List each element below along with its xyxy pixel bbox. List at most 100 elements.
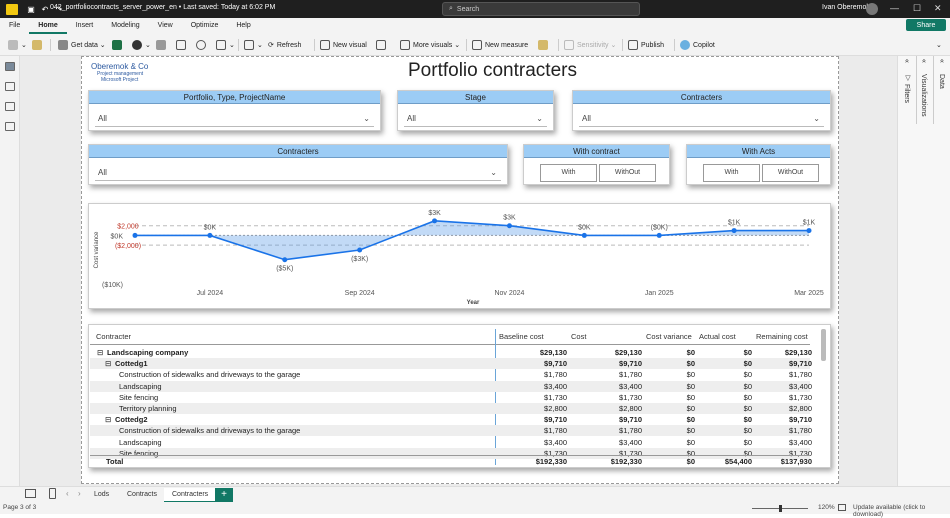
mobile-layout-icon[interactable] [49,488,56,499]
report-view-icon[interactable] [5,62,15,71]
share-button[interactable]: Share [906,19,946,31]
slicer-contracters-top: Contracters All ⌄ [572,90,831,131]
menu-view[interactable]: View [149,18,182,34]
more-visuals-icon [400,40,410,50]
data-point [357,247,363,253]
recent-sources-button[interactable]: ⌄ [216,39,235,51]
minimize-icon[interactable]: — [890,3,899,13]
table-row[interactable]: ⊟ Cottedg1 $9,710 $9,710 $0 $0 $9,710 [90,358,812,370]
tab-lods[interactable]: Lods [86,488,117,503]
dax-query-view-icon[interactable] [5,122,15,131]
more-visuals-button[interactable]: More visuals ⌄ [400,39,460,51]
menu-home[interactable]: Home [29,18,67,34]
save-icon[interactable]: ▣ [24,3,38,15]
x-tick-label: Jul 2024 [197,290,224,297]
tab-contracters[interactable]: Contracters [164,488,217,503]
copilot-button[interactable]: Copilot [680,39,715,51]
format-painter-button[interactable] [32,39,45,51]
title-bar: ▣ ↶ ↷ 042_portfoliocontracts_server_powe… [0,0,950,18]
dataverse-button[interactable] [196,39,209,51]
row-value: $0 [686,415,695,425]
excel-button[interactable] [112,39,125,51]
enter-data-button[interactable] [176,39,189,51]
maximize-icon[interactable]: ☐ [913,3,921,14]
collapse-visualizations-icon[interactable]: « [920,59,927,63]
data-label: $0K [578,224,591,231]
collapse-icon[interactable]: ⊟ [97,348,103,357]
row-value: $0 [743,415,752,425]
with-contract-with-button[interactable]: With [540,164,597,182]
table-row[interactable]: Territory planning $2,800 $2,800 $0 $0 $2,800 [90,403,812,414]
status-bar: Page 3 of 3 120% Update available (click… [0,502,950,518]
data-pane-tab[interactable]: Data [938,74,945,89]
new-measure-button[interactable]: New measure [472,39,528,51]
cost-variance-chart[interactable]: $2,000 ($2,000) $0K ($10K) Cost variance $0K (… [88,203,831,309]
fit-to-page-icon[interactable] [838,504,846,511]
filters-pane-tab[interactable]: Filters [903,84,910,103]
table-scrollbar[interactable] [821,329,826,361]
menu-modeling[interactable]: Modeling [102,18,148,34]
menu-file[interactable]: File [0,18,29,34]
sql-button[interactable] [156,39,169,51]
table-row[interactable]: Site fencing $1,730 $1,730 $0 $0 $1,730 [90,392,812,403]
quick-measure-icon [538,40,548,50]
next-page-icon[interactable]: › [78,489,81,498]
column-header-cost-variance[interactable]: Cost variance [646,332,692,341]
stage-dropdown[interactable]: All ⌄ [404,111,547,127]
row-value: $1,780 [544,426,567,436]
data-hub-button[interactable]: ⌄ [132,39,151,51]
collapse-ribbon-button[interactable]: ⌄ [936,39,942,51]
with-acts-without-button[interactable]: WithOut [762,164,819,182]
row-value: $3,400 [544,381,567,391]
with-acts-with-button[interactable]: With [703,164,760,182]
column-header-remaining-cost[interactable]: Remaining cost [756,332,808,341]
menu-optimize[interactable]: Optimize [182,18,228,34]
transform-button[interactable]: ⌄ [244,39,263,51]
collapse-filters-icon[interactable]: « [903,59,910,63]
column-header-baseline-cost[interactable]: Baseline cost [499,332,544,341]
row-label: Site fencing [119,392,159,402]
desktop-layout-icon[interactable] [25,489,36,498]
quick-measure-button[interactable] [538,39,551,51]
column-header-actual-cost[interactable]: Actual cost [699,332,736,341]
add-page-button[interactable]: + [215,488,233,502]
close-icon[interactable]: ✕ [934,3,942,14]
tab-contracts[interactable]: Contracts [119,488,165,503]
menu-help[interactable]: Help [227,18,259,34]
slicer-title: Contracters [89,145,507,158]
portfolio-dropdown[interactable]: All ⌄ [95,111,374,127]
publish-button[interactable]: Publish [628,39,664,51]
collapse-data-icon[interactable]: « [938,59,945,63]
get-data-button[interactable]: Get data ⌄ [58,39,106,51]
column-header-contracter[interactable]: Contracter [96,332,131,341]
prev-page-icon[interactable]: ‹ [66,489,69,498]
paste-button[interactable]: ⌄ [8,39,27,51]
row-value: $0 [743,359,752,369]
table-row[interactable]: ⊟ Cottedg2 $9,710 $9,710 $0 $0 $9,710 [90,414,812,425]
sensitivity-button[interactable]: Sensitivity ⌄ [564,39,616,51]
avatar[interactable] [866,3,878,15]
menu-insert[interactable]: Insert [67,18,103,34]
table-view-icon[interactable] [5,82,15,91]
new-visual-button[interactable]: New visual [320,39,367,51]
update-notice[interactable]: Update available (click to download) [853,504,950,518]
collapse-icon[interactable]: ⊟ [105,415,111,424]
table-row[interactable]: Landscaping $3,400 $3,400 $0 $0 $3,400 [90,380,812,392]
zoom-slider-thumb[interactable] [779,505,782,512]
contracters-wide-dropdown[interactable]: All ⌄ [95,165,501,181]
collapse-icon[interactable]: ⊟ [105,359,111,368]
table-row[interactable]: ⊟ Landscaping company $29,130 $29,130 $0 $0 $2… [90,347,812,358]
model-view-icon[interactable] [5,102,15,111]
text-box-button[interactable] [376,39,389,51]
contracters-dropdown[interactable]: All ⌄ [579,111,824,127]
refresh-button[interactable]: ⟳ Refresh [268,39,301,51]
contracter-matrix[interactable]: Contracter Baseline cost Cost Cost varia… [88,324,831,468]
table-row[interactable]: Landscaping $3,400 $3,400 $0 $0 $3,400 [90,437,812,448]
search-input[interactable]: ⌕ Search [442,2,640,16]
column-header-cost[interactable]: Cost [571,332,586,341]
table-row[interactable]: Construction of sidewalks and driveways … [90,425,812,437]
data-label: $3K [503,215,516,222]
table-row[interactable]: Construction of sidewalks and driveways … [90,369,812,380]
with-contract-without-button[interactable]: WithOut [599,164,656,182]
visualizations-pane-tab[interactable]: Visualizations [920,74,927,117]
